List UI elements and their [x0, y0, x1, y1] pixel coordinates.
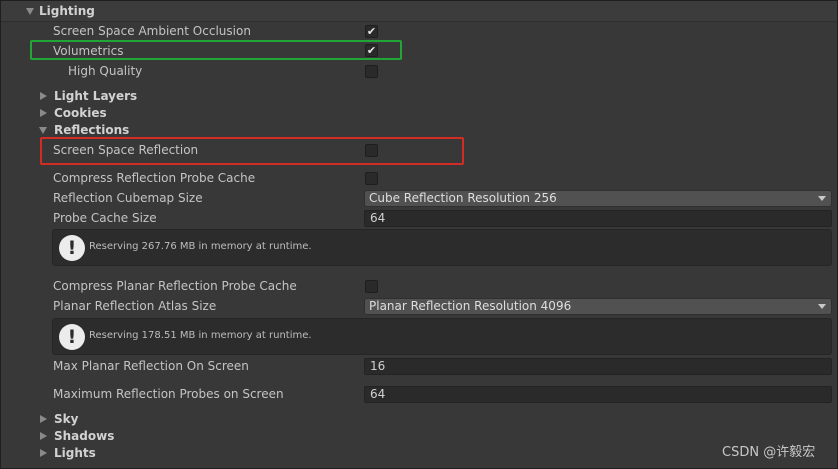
- ssao-label: Screen Space Ambient Occlusion: [53, 24, 251, 38]
- chevron-down-icon: [818, 196, 826, 201]
- reflections-foldout-arrow-icon[interactable]: [39, 127, 47, 134]
- sky-foldout-arrow-icon[interactable]: [40, 415, 47, 423]
- max-planar-field[interactable]: 16: [364, 358, 832, 375]
- planar-atlas-help-text: Reserving 178.51 MB in memory at runtime…: [89, 330, 312, 341]
- cubemap-size-dropdown[interactable]: Cube Reflection Resolution 256: [364, 190, 832, 207]
- planar-atlas-size-value: Planar Reflection Resolution 4096: [369, 299, 572, 313]
- high-quality-label: High Quality: [68, 64, 143, 78]
- shadows-title[interactable]: Shadows: [54, 427, 114, 445]
- watermark-text: CSDN @许毅宏: [722, 445, 816, 460]
- high-quality-checkbox[interactable]: [365, 65, 378, 78]
- compress-probe-cache-label: Compress Reflection Probe Cache: [53, 171, 256, 185]
- sky-title[interactable]: Sky: [54, 410, 78, 428]
- cookies-foldout-arrow-icon[interactable]: [40, 109, 47, 117]
- shadows-foldout-arrow-icon[interactable]: [40, 432, 47, 440]
- lighting-title: Lighting: [39, 4, 95, 18]
- ssr-highlight-box: [40, 137, 464, 165]
- planar-atlas-size-label: Planar Reflection Atlas Size: [53, 299, 217, 313]
- compress-probe-cache-checkbox[interactable]: [365, 172, 378, 185]
- volumetrics-highlight-box: [30, 40, 402, 60]
- warning-icon: !: [59, 324, 85, 350]
- lights-foldout-arrow-icon[interactable]: [40, 449, 47, 457]
- max-probes-label: Maximum Reflection Probes on Screen: [53, 387, 284, 401]
- lighting-header[interactable]: [1, 1, 837, 22]
- max-probes-field[interactable]: 64: [364, 386, 832, 403]
- planar-atlas-help-box: ! Reserving 178.51 MB in memory at runti…: [52, 318, 832, 355]
- lights-title[interactable]: Lights: [54, 444, 96, 462]
- compress-planar-cache-checkbox[interactable]: [365, 280, 378, 293]
- probe-cache-size-label: Probe Cache Size: [53, 211, 157, 225]
- lighting-foldout-arrow-icon[interactable]: [26, 8, 34, 15]
- cubemap-size-label: Reflection Cubemap Size: [53, 191, 203, 205]
- cookies-title[interactable]: Cookies: [54, 104, 107, 122]
- chevron-down-icon: [818, 304, 826, 309]
- cubemap-size-value: Cube Reflection Resolution 256: [369, 191, 557, 205]
- warning-icon: !: [59, 235, 85, 261]
- probe-cache-help-text: Reserving 267.76 MB in memory at runtime…: [89, 241, 312, 252]
- probe-cache-help-box: ! Reserving 267.76 MB in memory at runti…: [52, 229, 832, 266]
- planar-atlas-size-dropdown[interactable]: Planar Reflection Resolution 4096: [364, 298, 832, 315]
- ssao-checkbox[interactable]: ✔: [365, 25, 378, 38]
- checkmark-icon: ✔: [366, 25, 377, 38]
- probe-cache-size-field[interactable]: 64: [364, 210, 832, 227]
- light-layers-title[interactable]: Light Layers: [54, 87, 137, 105]
- compress-planar-cache-label: Compress Planar Reflection Probe Cache: [53, 279, 297, 293]
- max-planar-label: Max Planar Reflection On Screen: [53, 359, 249, 373]
- light-layers-foldout-arrow-icon[interactable]: [40, 92, 47, 100]
